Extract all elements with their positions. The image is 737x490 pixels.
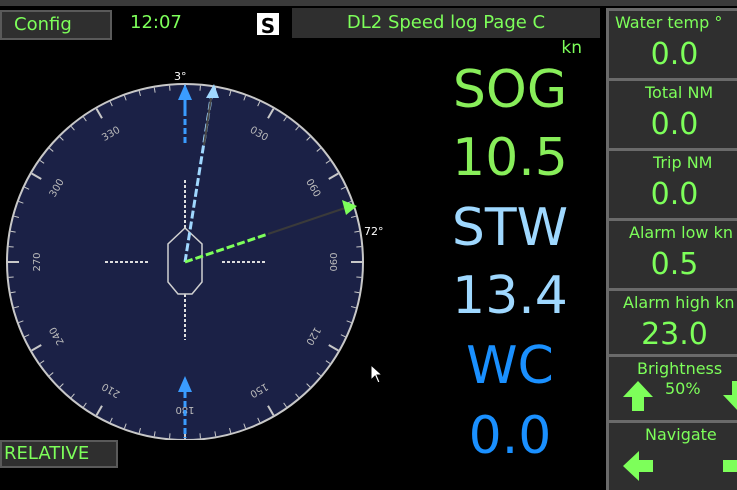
navigate-label: Navigate — [645, 425, 717, 444]
navigate-right-icon[interactable] — [721, 449, 737, 483]
sidebar-item-value: 0.0 — [650, 177, 699, 212]
brightness-label: Brightness — [637, 359, 723, 378]
sog-value: 10.5 — [452, 128, 568, 188]
sidebar-item-value: 0.5 — [650, 247, 699, 282]
relative-mode-button[interactable]: RELATIVE — [0, 440, 118, 468]
sidebar-item-alarm-high[interactable]: Alarm high kn 23.0 — [606, 288, 737, 354]
brightness-down-icon[interactable] — [721, 379, 737, 413]
unit-label: kn — [561, 38, 582, 58]
dial-label: 090 — [327, 252, 338, 271]
sidebar-item-label: Water temp ° — [615, 13, 723, 32]
sidebar-item-value: 0.0 — [650, 37, 699, 72]
heading-angle-label: 3° — [174, 70, 187, 83]
s-badge-icon[interactable]: S — [255, 11, 281, 38]
sidebar-item-total-nm[interactable]: Total NM 0.0 — [606, 78, 737, 148]
sidebar-item-label: Alarm low kn — [629, 223, 733, 242]
clock: 12:07 — [130, 12, 182, 33]
dial-label: 270 — [32, 252, 43, 271]
window-titlebar — [0, 0, 737, 6]
brightness-control: Brightness 50% — [606, 354, 737, 420]
stw-value: 13.4 — [452, 266, 568, 326]
sidebar: Water temp ° 0.0 Total NM 0.0 Trip NM 0.… — [606, 8, 737, 490]
page-title: DL2 Speed log Page C — [292, 8, 600, 38]
stw-label: STW — [451, 198, 569, 258]
speed-readouts: kn SOG 10.5 STW 13.4 WC 0.0 — [430, 38, 602, 490]
sidebar-item-label: Alarm high kn — [623, 293, 735, 312]
brightness-up-icon[interactable] — [621, 379, 655, 413]
sidebar-item-alarm-low[interactable]: Alarm low kn 0.5 — [606, 218, 737, 288]
wc-label: WC — [466, 336, 554, 396]
wind-angle-label: 72° — [364, 225, 384, 238]
sidebar-item-value: 23.0 — [641, 317, 708, 352]
speed-log-screen: Config 12:07 S DL2 Speed log Page C 030 0… — [0, 0, 737, 490]
sog-label: SOG — [452, 60, 568, 120]
wc-value: 0.0 — [468, 406, 552, 466]
sidebar-item-trip-nm[interactable]: Trip NM 0.0 — [606, 148, 737, 218]
navigate-left-icon[interactable] — [621, 449, 655, 483]
config-button[interactable]: Config — [0, 10, 112, 40]
sidebar-item-value: 0.0 — [650, 107, 699, 142]
sidebar-item-water-temp[interactable]: Water temp ° 0.0 — [606, 8, 737, 78]
sidebar-item-label: Total NM — [645, 83, 714, 102]
mouse-cursor-icon — [370, 364, 384, 384]
sidebar-item-label: Trip NM — [653, 153, 713, 172]
brightness-value: 50% — [665, 379, 701, 398]
navigate-control: Navigate — [606, 420, 737, 490]
